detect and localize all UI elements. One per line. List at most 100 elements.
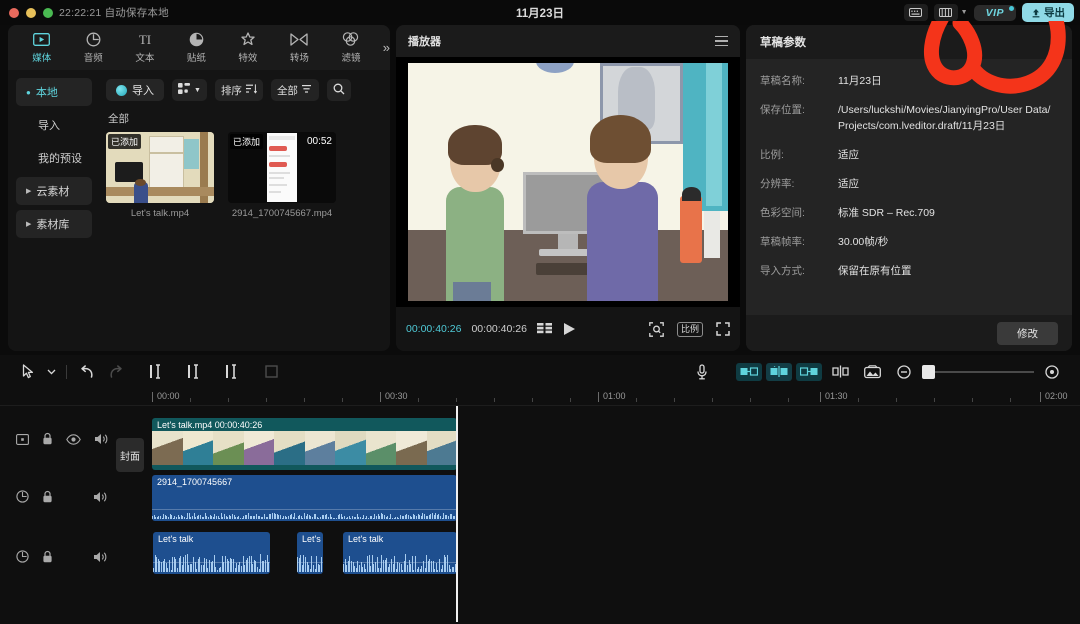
audio-clip-3[interactable]: Let's talk <box>343 532 457 574</box>
sidebar-item-presets[interactable]: 我的预设 <box>16 144 92 172</box>
tab-text-label: 文本 <box>135 53 155 64</box>
lock-icon[interactable] <box>42 490 53 508</box>
clip-mid-icon[interactable] <box>766 362 792 381</box>
vip-badge[interactable]: VIP <box>973 4 1016 21</box>
minimize-window-button[interactable] <box>26 7 36 18</box>
text-icon: TI <box>135 31 155 47</box>
mirror-icon[interactable] <box>826 359 854 385</box>
sidebar-item-library[interactable]: ▶ 素材库 <box>16 210 92 238</box>
chevron-down-icon[interactable]: ▼ <box>961 9 968 16</box>
grid-view-button[interactable]: ▼ <box>172 79 207 101</box>
tab-text[interactable]: TI 文本 <box>119 31 171 64</box>
sidebar-item-import[interactable]: 导入 <box>16 111 92 139</box>
sort-button[interactable]: 排序 <box>214 79 263 101</box>
media-thumbnail-0[interactable]: 已添加 <box>106 132 214 203</box>
ruler-label-2: 01:00 <box>603 391 626 401</box>
sidebar-item-local[interactable]: ● 本地 <box>16 78 92 106</box>
tab-effects[interactable]: 特效 <box>222 31 274 64</box>
cover-chip[interactable]: 封面 <box>116 438 144 472</box>
tab-transition[interactable]: 转场 <box>274 31 326 64</box>
vip-label: VIP <box>985 6 1004 19</box>
fullscreen-icon[interactable] <box>716 322 730 336</box>
crop-icon[interactable] <box>257 359 285 385</box>
tab-filter[interactable]: 滤镜 <box>325 31 377 64</box>
import-button[interactable]: 导入 <box>106 79 164 101</box>
layout-icon[interactable] <box>933 4 958 21</box>
cover-icon[interactable] <box>858 359 886 385</box>
fit-screen-icon[interactable] <box>649 321 664 337</box>
player-stage[interactable] <box>396 57 740 307</box>
list-item[interactable]: 已添加 00:52 2914_1700745667.mp4 <box>228 132 336 219</box>
draft-value: 标准 SDR – Rec.709 <box>838 207 935 219</box>
zoom-slider[interactable] <box>922 364 1034 379</box>
search-button[interactable] <box>326 79 351 101</box>
timeline-panel: 00:00 00:30 01:00 01:30 02:00 封面 Let's t… <box>0 355 1080 624</box>
clip-right-icon[interactable] <box>796 362 822 381</box>
more-tabs-icon[interactable]: » <box>383 40 390 55</box>
tab-media[interactable]: 媒体 <box>16 31 68 64</box>
keyboard-icon[interactable] <box>903 4 928 21</box>
titlebar-actions: ▼ VIP 导出 <box>903 0 1074 25</box>
undo-icon[interactable] <box>73 359 101 385</box>
video-clip-0[interactable]: Let's talk.mp4 00:00:40:26 <box>152 418 457 470</box>
audio-clip-2[interactable]: Let's <box>297 532 323 574</box>
media-icon <box>33 31 51 47</box>
autosave-status: 22:22:21 自动保存本地 <box>59 7 169 19</box>
hamburger-icon[interactable] <box>715 35 728 47</box>
audio-clip-1[interactable]: Let's talk <box>153 532 270 574</box>
clip-left-icon[interactable] <box>736 362 762 381</box>
sidebar-item-cloud-label: 云素材 <box>36 186 70 198</box>
playhead[interactable] <box>456 406 458 622</box>
zoom-out-icon[interactable] <box>890 359 918 385</box>
ruler-label-4: 02:00 <box>1045 391 1068 401</box>
filter-all-label: 全部 <box>276 84 298 97</box>
track-row: 2914_1700745667 <box>0 472 1080 532</box>
play-icon[interactable] <box>563 322 576 336</box>
audio-waveform <box>152 501 457 521</box>
export-button[interactable]: 导出 <box>1022 3 1074 22</box>
tab-sticker[interactable]: 贴纸 <box>171 31 223 64</box>
tab-media-label: 媒体 <box>32 53 52 64</box>
list-item[interactable]: 已添加 Let's talk.mp4 <box>106 132 214 219</box>
lock-icon[interactable] <box>42 550 53 568</box>
speed-icon[interactable] <box>16 490 29 508</box>
modify-button[interactable]: 修改 <box>997 321 1058 345</box>
eye-icon[interactable] <box>66 432 81 450</box>
zoom-reset-icon[interactable] <box>1038 359 1066 385</box>
media-thumbnail-1[interactable]: 已添加 00:52 <box>228 132 336 203</box>
audio-clip-0[interactable]: 2914_1700745667 <box>152 475 457 521</box>
player-right-controls: 比例 <box>649 321 730 337</box>
added-badge: 已添加 <box>230 134 264 149</box>
bullet-icon: ● <box>26 87 31 97</box>
draft-panel-title: 草稿参数 <box>746 25 1072 59</box>
grid-view-icon <box>178 82 190 98</box>
lock-icon[interactable] <box>42 432 53 450</box>
timeline-ruler[interactable]: 00:00 00:30 01:00 01:30 02:00 <box>0 388 1080 406</box>
ratio-button[interactable]: 比例 <box>676 321 703 337</box>
split-left-icon[interactable] <box>141 359 169 385</box>
lock-frame-icon[interactable] <box>16 432 29 450</box>
draft-value: 30.00帧/秒 <box>838 236 889 248</box>
split-right-icon[interactable] <box>217 359 245 385</box>
chevron-down-icon[interactable] <box>42 359 60 385</box>
select-arrow-icon[interactable] <box>14 359 42 385</box>
clip-title: Let's <box>302 534 321 544</box>
volume-icon[interactable] <box>93 490 107 508</box>
filter-all-button[interactable]: 全部 <box>270 79 319 101</box>
maximize-window-button[interactable] <box>43 7 53 18</box>
frames-icon[interactable] <box>536 322 553 336</box>
sidebar-item-cloud[interactable]: ▶ 云素材 <box>16 177 92 205</box>
volume-icon[interactable] <box>94 432 108 450</box>
volume-icon[interactable] <box>93 550 107 568</box>
microphone-icon[interactable] <box>688 359 716 385</box>
window-controls[interactable] <box>9 7 53 18</box>
zoom-slider-handle[interactable] <box>922 364 935 379</box>
draft-value: 11月23日 <box>838 75 882 87</box>
redo-icon[interactable] <box>101 359 129 385</box>
tab-transition-label: 转场 <box>289 53 309 64</box>
close-window-button[interactable] <box>9 7 19 18</box>
speed-icon[interactable] <box>16 550 29 568</box>
split-icon[interactable] <box>179 359 207 385</box>
title-bar: 22:22:21 自动保存本地 11月23日 ▼ VIP 导出 <box>0 0 1080 25</box>
tab-audio[interactable]: 音频 <box>68 31 120 64</box>
